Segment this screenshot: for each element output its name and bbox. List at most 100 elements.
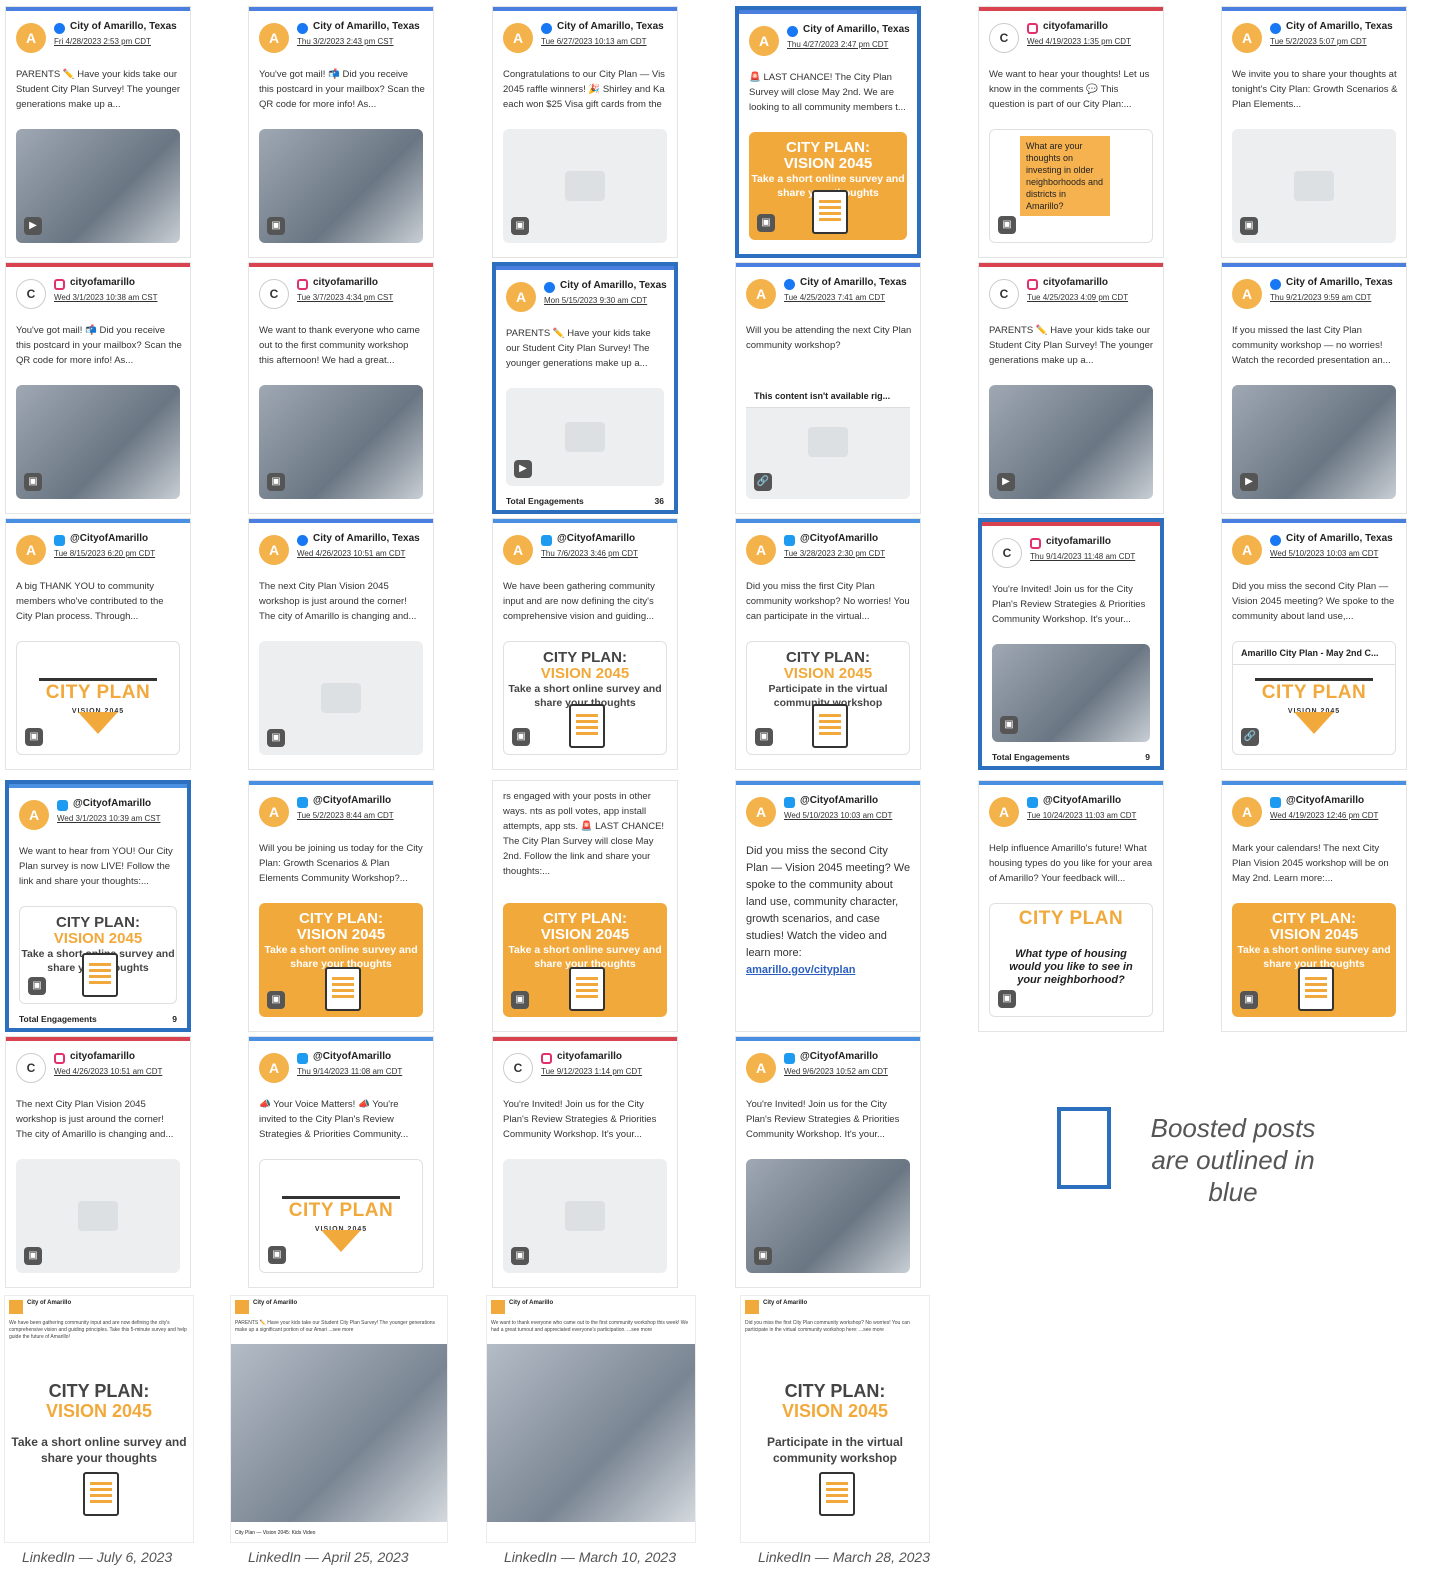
post-card[interactable]: A City of Amarillo, Texas Tue 4/25/2023 7:… bbox=[735, 262, 921, 514]
post-date-link[interactable]: Tue 4/25/2023 7:41 am CDT bbox=[784, 293, 885, 302]
post-date-link[interactable]: Tue 9/12/2023 1:14 pm CDT bbox=[541, 1067, 642, 1076]
post-card[interactable]: A City of Amarillo, Texas Mon 5/15/2023 9:… bbox=[492, 262, 678, 514]
post-media[interactable]: ▣ bbox=[16, 385, 180, 499]
post-media[interactable]: CITY PLAN VISION 2045 ▣ bbox=[16, 641, 180, 755]
post-card[interactable]: A City of Amarillo, Texas Thu 9/21/2023 9:… bbox=[1221, 262, 1407, 514]
account-avatar: C bbox=[989, 23, 1019, 53]
post-media[interactable]: CITY PLAN:VISION 2045Take a short online… bbox=[19, 906, 177, 1004]
post-media[interactable]: CITY PLAN VISION 2045 Amarillo City Plan -… bbox=[1232, 641, 1396, 755]
post-card[interactable]: A City of Amarillo, Texas Thu 3/2/2023 2:4… bbox=[248, 6, 434, 258]
post-date-link[interactable]: Tue 10/24/2023 11:03 am CDT bbox=[1027, 811, 1136, 820]
post-media[interactable]: CITY PLAN:VISION 2045Take a short online… bbox=[503, 641, 667, 755]
post-image[interactable] bbox=[231, 1344, 447, 1522]
post-media[interactable]: ▣ bbox=[992, 644, 1150, 742]
post-date-link[interactable]: Wed 4/26/2023 10:51 am CDT bbox=[54, 1067, 162, 1076]
linkedin-post[interactable]: City of Amarillo Did you miss the first C… bbox=[740, 1295, 930, 1543]
post-media[interactable]: ▣ bbox=[16, 1159, 180, 1273]
post-media[interactable]: CITY PLAN:VISION 2045Take a short online… bbox=[749, 132, 907, 240]
network-color-bar bbox=[982, 522, 1160, 526]
post-date-link[interactable]: Mon 5/15/2023 9:30 am CDT bbox=[544, 296, 647, 305]
post-media[interactable]: CITY PLAN What type of housing would you … bbox=[989, 903, 1153, 1017]
post-date-link[interactable]: Wed 4/19/2023 1:35 pm CDT bbox=[1027, 37, 1131, 46]
post-header: A City of Amarillo, Texas Fri 4/28/2023 2:… bbox=[16, 21, 184, 57]
post-card[interactable]: A City of Amarillo, Texas Wed 5/10/2023 10… bbox=[1221, 518, 1407, 770]
post-image[interactable]: CITY PLAN: VISION 2045 Participate in the … bbox=[741, 1344, 929, 1522]
post-date-link[interactable]: Thu 9/14/2023 11:08 am CDT bbox=[297, 1067, 402, 1076]
clipboard-icon bbox=[819, 1472, 855, 1516]
post-date-link[interactable]: Wed 3/1/2023 10:38 am CST bbox=[54, 293, 157, 302]
post-media[interactable]: ▶ bbox=[506, 388, 664, 486]
post-media[interactable]: ▣ bbox=[259, 129, 423, 243]
post-media[interactable]: ▶ bbox=[16, 129, 180, 243]
post-card[interactable]: A City of Amarillo, Texas Fri 4/28/2023 2:… bbox=[5, 6, 191, 258]
linkedin-post[interactable]: City of Amarillo PARENTS ✏️ Have your kid… bbox=[230, 1295, 448, 1543]
post-date-link[interactable]: Wed 4/19/2023 12:46 pm CDT bbox=[1270, 811, 1378, 820]
post-card[interactable]: Ccityofamarillo Wed 4/26/2023 10:51 am CD… bbox=[5, 1036, 191, 1288]
post-card[interactable]: A @CityofAmarillo Wed 4/19/2023 12:46 pm C… bbox=[1221, 780, 1407, 1032]
post-media[interactable]: ▶ bbox=[989, 385, 1153, 499]
post-card[interactable]: A @CityofAmarillo Tue 8/15/2023 6:20 pm CD… bbox=[5, 518, 191, 770]
post-card[interactable]: A @CityofAmarillo Thu 9/14/2023 11:08 am C… bbox=[248, 1036, 434, 1288]
post-card[interactable]: A @CityofAmarillo Tue 5/2/2023 8:44 am CDT… bbox=[248, 780, 434, 1032]
network-color-bar bbox=[736, 1037, 920, 1041]
logo-title: CITY PLAN bbox=[1018, 908, 1124, 929]
post-card[interactable]: A @CityofAmarillo Wed 3/1/2023 10:39 am CS… bbox=[5, 780, 191, 1032]
account-name: @CityofAmarillo bbox=[313, 1051, 392, 1062]
post-date-link[interactable]: Thu 4/27/2023 2:47 pm CDT bbox=[787, 40, 888, 49]
post-media[interactable]: CITY PLAN:VISION 2045Take a short online… bbox=[1232, 903, 1396, 1017]
post-date-link[interactable]: Wed 9/6/2023 10:52 am CDT bbox=[784, 1067, 888, 1076]
post-date-link[interactable]: Tue 6/27/2023 10:13 am CDT bbox=[541, 37, 647, 46]
post-date-link[interactable]: Thu 9/14/2023 11:48 am CDT bbox=[1030, 552, 1135, 561]
post-media[interactable]: ▣ bbox=[503, 1159, 667, 1273]
post-media[interactable]: This content isn't available rig... 🔗 bbox=[746, 385, 910, 499]
post-media[interactable]: ▣ bbox=[503, 129, 667, 243]
post-date-link[interactable]: Tue 5/2/2023 5:07 pm CDT bbox=[1270, 37, 1367, 46]
post-date-link[interactable]: Tue 4/25/2023 4:09 pm CDT bbox=[1027, 293, 1128, 302]
linkedin-post[interactable]: City of Amarillo We want to thank everyon… bbox=[486, 1295, 696, 1543]
post-media[interactable]: What are your thoughts on investing in o… bbox=[989, 129, 1153, 243]
facebook-icon bbox=[787, 26, 798, 37]
post-link[interactable]: amarillo.gov/cityplan bbox=[746, 964, 855, 976]
post-media[interactable]: ▣ bbox=[259, 641, 423, 755]
post-date-link[interactable]: Wed 4/26/2023 10:51 am CDT bbox=[297, 549, 405, 558]
post-card[interactable]: A @CityofAmarillo Tue 3/28/2023 2:30 pm CD… bbox=[735, 518, 921, 770]
post-card[interactable]: A @CityofAmarillo Wed 5/10/2023 10:03 am C… bbox=[735, 780, 921, 1032]
post-image[interactable] bbox=[487, 1344, 695, 1522]
post-date-link[interactable]: Tue 3/28/2023 2:30 pm CDT bbox=[784, 549, 885, 558]
post-date-link[interactable]: Wed 5/10/2023 10:03 am CDT bbox=[784, 811, 892, 820]
post-card[interactable]: rs engaged with your posts in other ways… bbox=[492, 780, 678, 1032]
post-date-link[interactable]: Wed 3/1/2023 10:39 am CST bbox=[57, 814, 160, 823]
post-date-link[interactable]: Tue 5/2/2023 8:44 am CDT bbox=[297, 811, 394, 820]
post-card[interactable]: A @CityofAmarillo Thu 7/6/2023 3:46 pm CDT… bbox=[492, 518, 678, 770]
post-card[interactable]: Ccityofamarillo Tue 3/7/2023 4:34 pm CST W… bbox=[248, 262, 434, 514]
post-card[interactable]: Ccityofamarillo Tue 9/12/2023 1:14 pm CDT… bbox=[492, 1036, 678, 1288]
linkedin-post[interactable]: City of Amarillo We have been gathering c… bbox=[4, 1295, 194, 1543]
post-date-link[interactable]: Wed 5/10/2023 10:03 am CDT bbox=[1270, 549, 1378, 558]
post-card[interactable]: Ccityofamarillo Thu 9/14/2023 11:48 am CD… bbox=[978, 518, 1164, 770]
post-media[interactable]: ▣ bbox=[1232, 129, 1396, 243]
post-card[interactable]: A @CityofAmarillo Tue 10/24/2023 11:03 am … bbox=[978, 780, 1164, 1032]
post-card[interactable]: A City of Amarillo, Texas Tue 6/27/2023 10… bbox=[492, 6, 678, 258]
post-card[interactable]: A @CityofAmarillo Wed 9/6/2023 10:52 am CD… bbox=[735, 1036, 921, 1288]
post-date-link[interactable]: Thu 3/2/2023 2:43 pm CST bbox=[297, 37, 394, 46]
post-media[interactable]: CITY PLAN VISION 2045 ▣ bbox=[259, 1159, 423, 1273]
post-date-link[interactable]: Thu 9/21/2023 9:59 am CDT bbox=[1270, 293, 1371, 302]
post-date-link[interactable]: Tue 3/7/2023 4:34 pm CST bbox=[297, 293, 393, 302]
post-date-link[interactable]: Tue 8/15/2023 6:20 pm CDT bbox=[54, 549, 155, 558]
post-media[interactable]: ▣ bbox=[259, 385, 423, 499]
post-media[interactable]: ▶ bbox=[1232, 385, 1396, 499]
post-card[interactable]: A City of Amarillo, Texas Thu 4/27/2023 2:… bbox=[735, 6, 921, 258]
post-card[interactable]: A City of Amarillo, Texas Wed 4/26/2023 10… bbox=[248, 518, 434, 770]
post-date-link[interactable]: Fri 4/28/2023 2:53 pm CDT bbox=[54, 37, 151, 46]
post-media[interactable]: CITY PLAN:VISION 2045Take a short online… bbox=[503, 903, 667, 1017]
post-media[interactable]: CITY PLAN: VISION 2045 Participate in the … bbox=[746, 641, 910, 755]
post-card[interactable]: A City of Amarillo, Texas Tue 5/2/2023 5:0… bbox=[1221, 6, 1407, 258]
post-card[interactable]: Ccityofamarillo Tue 4/25/2023 4:09 pm CDT… bbox=[978, 262, 1164, 514]
post-image[interactable]: CITY PLAN: VISION 2045 Take a short online… bbox=[5, 1344, 193, 1522]
poster-title: CITY PLAN: bbox=[543, 910, 627, 927]
post-card[interactable]: Ccityofamarillo Wed 3/1/2023 10:38 am CST… bbox=[5, 262, 191, 514]
post-media[interactable]: ▣ bbox=[746, 1159, 910, 1273]
post-date-link[interactable]: Thu 7/6/2023 3:46 pm CDT bbox=[541, 549, 638, 558]
post-card[interactable]: Ccityofamarillo Wed 4/19/2023 1:35 pm CDT… bbox=[978, 6, 1164, 258]
post-media[interactable]: CITY PLAN:VISION 2045Take a short online… bbox=[259, 903, 423, 1017]
